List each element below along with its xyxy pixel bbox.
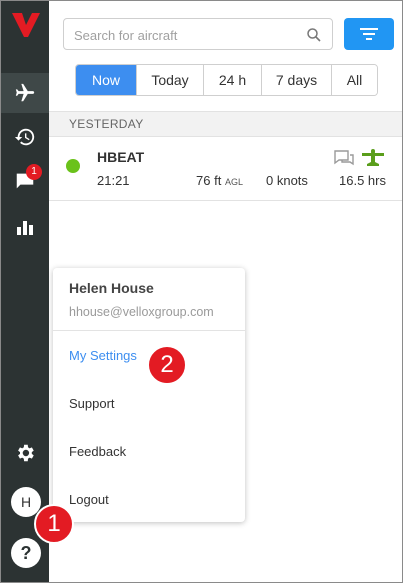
- time-filter-tabs: Now Today 24 h 7 days All: [75, 64, 378, 96]
- status-indicator: [66, 159, 80, 173]
- search-icon[interactable]: [306, 27, 322, 43]
- menu-item-my-settings[interactable]: My Settings: [69, 348, 137, 363]
- user-name: Helen House: [69, 280, 154, 296]
- speed: 0 knots: [266, 173, 308, 188]
- history-icon: [14, 128, 35, 146]
- nav-settings[interactable]: [1, 433, 49, 473]
- nav-messages[interactable]: 1: [1, 161, 49, 201]
- aircraft-registration: HBEAT: [97, 149, 145, 165]
- vellox-logo[interactable]: [10, 9, 42, 41]
- flight-row[interactable]: HBEAT 21:21 76 ft AGL 0 knots 16.5 hrs: [49, 138, 402, 201]
- tab-now[interactable]: Now: [76, 65, 136, 95]
- bar-chart-icon: [17, 221, 33, 235]
- flight-hours: 16.5 hrs: [339, 173, 386, 188]
- menu-item-feedback[interactable]: Feedback: [69, 444, 126, 459]
- gear-icon: [18, 444, 34, 462]
- altitude-value: 76: [196, 173, 211, 188]
- search-input[interactable]: [74, 25, 294, 45]
- altitude-reference: AGL: [224, 177, 243, 187]
- help-button[interactable]: ?: [11, 538, 41, 568]
- user-menu: Helen House hhouse@velloxgroup.com My Se…: [53, 268, 245, 522]
- altitude: 76 ft AGL: [196, 173, 243, 188]
- step-marker-2: 2: [147, 345, 187, 385]
- notification-badge: 1: [26, 164, 42, 180]
- tab-all[interactable]: All: [331, 65, 377, 95]
- step-marker-1: 1: [34, 504, 74, 544]
- flight-time: 21:21: [97, 173, 130, 188]
- search-box: [63, 18, 333, 50]
- altitude-unit: ft: [214, 173, 222, 188]
- aircraft-icon: [362, 149, 384, 166]
- menu-divider: [53, 330, 245, 331]
- tab-today[interactable]: Today: [136, 65, 203, 95]
- menu-item-support[interactable]: Support: [69, 396, 115, 411]
- nav-reports[interactable]: [1, 207, 49, 247]
- menu-item-logout[interactable]: Logout: [69, 492, 109, 507]
- app-window: 1 H ? Now: [0, 0, 403, 583]
- tab-24h[interactable]: 24 h: [203, 65, 261, 95]
- sidebar: 1 H ?: [1, 1, 49, 582]
- message-icon[interactable]: [333, 148, 355, 170]
- plane-icon: [15, 83, 35, 102]
- filter-button[interactable]: [344, 18, 394, 50]
- section-header: YESTERDAY: [49, 111, 402, 137]
- filter-icon: [360, 28, 378, 40]
- nav-history[interactable]: [1, 117, 49, 157]
- tab-7days[interactable]: 7 days: [261, 65, 331, 95]
- user-email: hhouse@velloxgroup.com: [69, 305, 214, 319]
- nav-aircraft[interactable]: [1, 73, 49, 113]
